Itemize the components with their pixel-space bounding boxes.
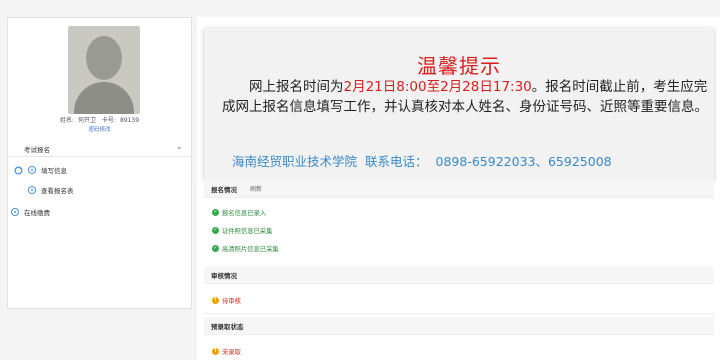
- avatar-body: [74, 82, 134, 114]
- globe-icon: [11, 208, 19, 216]
- section-registration: 报名情况 刷新: [204, 180, 714, 198]
- status-item: ✓ 高清照片信息已采集: [212, 244, 279, 253]
- user-name: 何开卫: [77, 117, 96, 124]
- sidebar-item-label: 查看报名表: [41, 187, 74, 195]
- main-panel: 温馨提示 网上报名时间为2月21日8:00至2月28日17:30。报名时间截止前…: [197, 17, 720, 360]
- check-icon: ✓: [212, 227, 219, 234]
- status-item: ✓ 报名信息已录入: [212, 208, 266, 217]
- menu-registration[interactable]: 考试报名 ⌄: [8, 142, 191, 157]
- avatar-head: [86, 36, 122, 80]
- sidebar-item-label: 填写信息: [41, 167, 67, 175]
- divider: [204, 313, 714, 314]
- notice-title: 温馨提示: [417, 54, 501, 78]
- status-text: 未录取: [222, 349, 241, 356]
- change-password-link[interactable]: 密码修改: [8, 125, 191, 133]
- name-label: 姓名:: [59, 117, 74, 124]
- refresh-link[interactable]: 刷新: [250, 184, 262, 193]
- sidebar-item-label: 在线缴费: [24, 209, 50, 217]
- section-admit-title: 预录取状态: [211, 323, 244, 331]
- status-text: 高清照片信息已采集: [222, 246, 279, 253]
- user-info: 姓名: 何开卫 卡号: 89139: [8, 115, 191, 124]
- sidebar-item-view-form[interactable]: 查看报名表: [28, 184, 74, 196]
- section-review-title: 审核情况: [211, 272, 237, 280]
- contact-label: 联系电话：: [365, 154, 428, 169]
- notice-body-prefix: 网上报名时间为: [249, 79, 344, 95]
- refresh-icon: [14, 165, 23, 175]
- section-registration-title: 报名情况: [211, 186, 237, 194]
- section-review: 审核情况: [204, 266, 714, 284]
- avatar: [68, 26, 140, 114]
- globe-icon: [28, 186, 36, 194]
- status-text: 证件照信息已采集: [222, 228, 273, 235]
- notice-body: 网上报名时间为2月21日8:00至2月28日17:30。报名时间截止前，考生应完…: [222, 77, 708, 117]
- section-admit: 预录取状态: [204, 317, 714, 335]
- status-text: 报名信息已录入: [222, 210, 267, 217]
- check-icon: ✓: [212, 209, 219, 216]
- notice-box: 温馨提示 网上报名时间为2月21日8:00至2月28日17:30。报名时间截止前…: [204, 28, 714, 180]
- globe-icon: [28, 166, 36, 174]
- check-icon: ✓: [212, 245, 219, 252]
- card-label: 卡号:: [101, 117, 116, 124]
- status-text: 待审核: [222, 298, 241, 305]
- menu-registration-label: 考试报名: [24, 146, 50, 154]
- left-panel: 姓名: 何开卫 卡号: 89139 密码修改 考试报名 ⌄ 填写信息 查看报名表 在…: [7, 17, 192, 309]
- review-status: ! 待审核: [212, 296, 241, 305]
- warning-icon: !: [212, 297, 219, 304]
- sidebar-item-online-payment[interactable]: 在线缴费: [11, 206, 50, 218]
- warning-icon: !: [212, 348, 219, 355]
- admit-status: ! 未录取: [212, 347, 241, 356]
- sidebar-item-fill-info[interactable]: 填写信息: [14, 164, 67, 176]
- chevron-down-icon: ⌄: [175, 142, 183, 152]
- notice-date-range: 2月21日8:00至2月28日17:30: [343, 79, 532, 95]
- card-number: 89139: [119, 117, 140, 124]
- status-item: ✓ 证件照信息已采集: [212, 226, 272, 235]
- school-name: 海南经贸职业技术学院: [232, 154, 358, 169]
- contact-phones: 0898-65922033、65925008: [435, 154, 612, 169]
- notice-contact: 海南经贸职业技术学院 联系电话： 0898-65922033、65925008: [232, 151, 620, 170]
